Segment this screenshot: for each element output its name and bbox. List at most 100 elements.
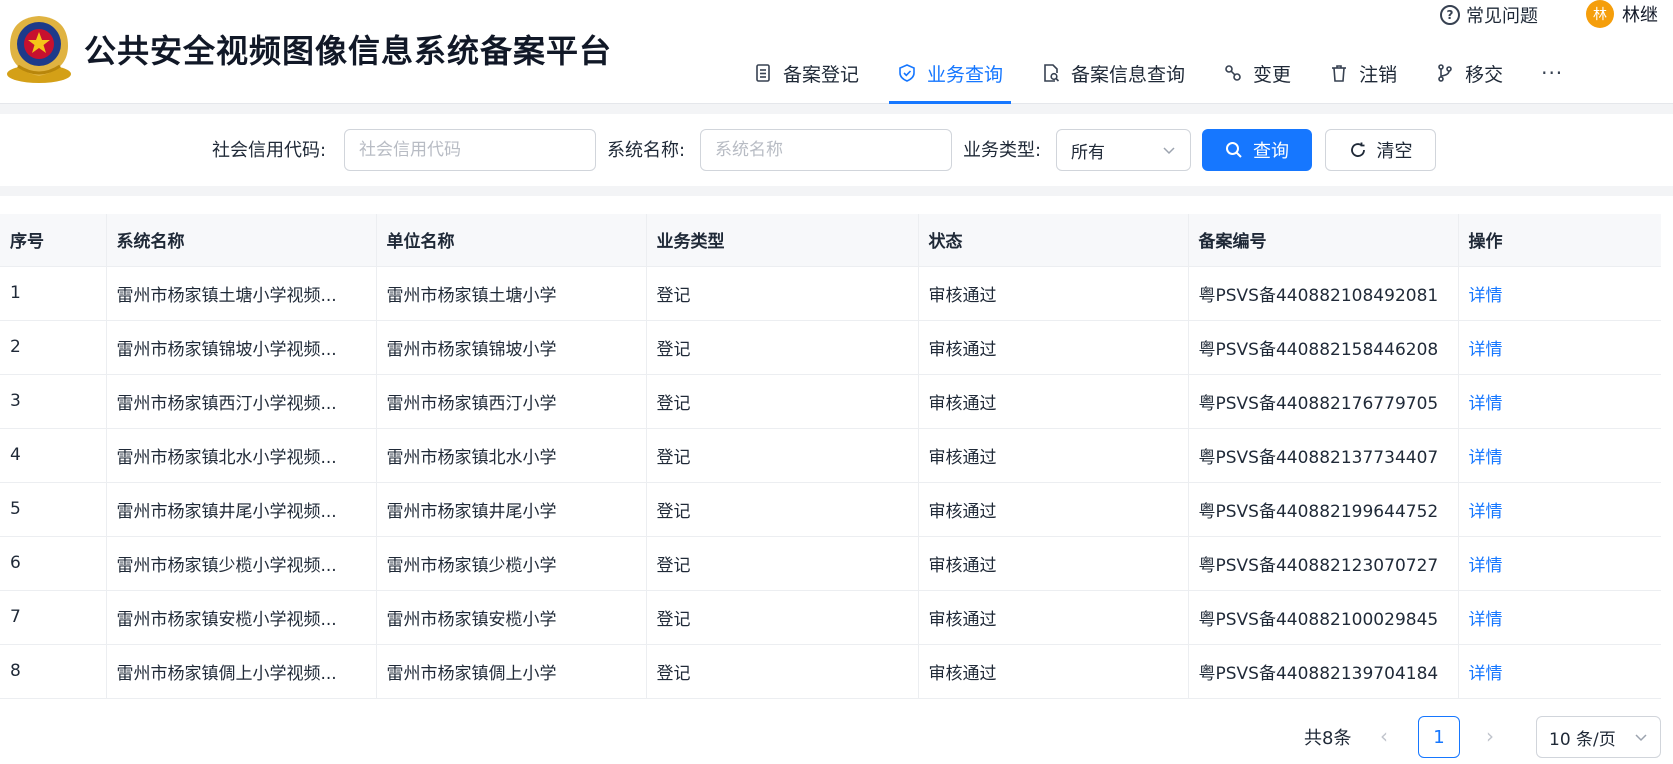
trash-icon xyxy=(1332,65,1347,82)
nav-label: 移交 xyxy=(1465,63,1504,86)
nav-item-change[interactable]: 变更 xyxy=(1215,52,1299,94)
details-link[interactable]: 详情 xyxy=(1469,286,1503,306)
nav-item-record-query[interactable]: 备案信息查询 xyxy=(1033,52,1193,94)
cell-record-number: 粤PSVS备440882199644752 xyxy=(1188,482,1459,537)
refresh-icon xyxy=(1350,142,1365,157)
credit-code-input[interactable] xyxy=(344,129,596,171)
cell-system-name: 雷州市杨家镇锦坡小学视频... xyxy=(106,320,377,375)
cell-record-number: 粤PSVS备440882108492081 xyxy=(1188,266,1459,321)
next-page-icon[interactable]: › xyxy=(1486,724,1494,748)
cell-system-name: 雷州市杨家镇少榄小学视频... xyxy=(106,536,377,591)
details-link[interactable]: 详情 xyxy=(1469,664,1503,684)
cell-system-name: 雷州市杨家镇土塘小学视频... xyxy=(106,266,377,321)
search-button-label: 查询 xyxy=(1253,141,1289,162)
cell-record-number: 粤PSVS备440882176779705 xyxy=(1188,374,1459,429)
nav-label: 业务查询 xyxy=(927,63,1004,86)
column-header: 系统名称 xyxy=(106,214,377,267)
cell-business-type: 登记 xyxy=(646,428,919,483)
cell-business-type: 登记 xyxy=(646,644,919,699)
shield-check-icon xyxy=(899,64,915,82)
cell-index: 8 xyxy=(0,644,107,699)
column-header: 备案编号 xyxy=(1188,214,1459,267)
list-doc-icon xyxy=(756,64,770,82)
cell-status: 审核通过 xyxy=(918,428,1189,483)
nav-label: 注销 xyxy=(1359,63,1398,86)
nav-item-business-query[interactable]: 业务查询 xyxy=(889,52,1012,104)
cell-status: 审核通过 xyxy=(918,266,1189,321)
system-name-label: 系统名称: xyxy=(607,140,686,161)
column-header: 状态 xyxy=(918,214,1189,267)
cell-unit-name: 雷州市杨家镇倜上小学 xyxy=(376,644,647,699)
cell-system-name: 雷州市杨家镇倜上小学视频... xyxy=(106,644,377,699)
details-link[interactable]: 详情 xyxy=(1469,610,1503,630)
cell-status: 审核通过 xyxy=(918,644,1189,699)
table-row: 5 雷州市杨家镇井尾小学视频... 雷州市杨家镇井尾小学 登记 审核通过 粤PS… xyxy=(0,482,1661,537)
top-right-bar: ? 常见问题 林 林继 xyxy=(1430,0,1673,28)
cell-status: 审核通过 xyxy=(918,482,1189,537)
cell-business-type: 登记 xyxy=(646,482,919,537)
faq-link[interactable]: ? 常见问题 xyxy=(1440,2,1538,28)
column-header: 操作 xyxy=(1458,214,1661,267)
column-header: 序号 xyxy=(0,214,107,267)
cell-business-type: 登记 xyxy=(646,374,919,429)
table-row: 7 雷州市杨家镇安榄小学视频... 雷州市杨家镇安榄小学 登记 审核通过 粤PS… xyxy=(0,590,1661,645)
search-filter-bar: 社会信用代码: 系统名称: 业务类型: 所有 查询 清空 xyxy=(0,114,1673,186)
business-type-label: 业务类型: xyxy=(963,140,1042,161)
cell-unit-name: 雷州市杨家镇少榄小学 xyxy=(376,536,647,591)
nav-item-transfer[interactable]: 移交 xyxy=(1427,52,1511,94)
table-row: 2 雷州市杨家镇锦坡小学视频... 雷州市杨家镇锦坡小学 登记 审核通过 粤PS… xyxy=(0,320,1661,375)
business-type-select[interactable]: 所有 xyxy=(1056,129,1191,171)
cell-unit-name: 雷州市杨家镇北水小学 xyxy=(376,428,647,483)
app-header: 公共安全视频图像信息系统备案平台 ? 常见问题 林 林继 备案登记 业务查询 备… xyxy=(0,0,1673,104)
details-link[interactable]: 详情 xyxy=(1469,340,1503,360)
nav-item-cancel[interactable]: 注销 xyxy=(1321,52,1405,94)
column-header: 单位名称 xyxy=(376,214,647,267)
app-title: 公共安全视频图像信息系统备案平台 xyxy=(84,32,613,70)
cell-unit-name: 雷州市杨家镇安榄小学 xyxy=(376,590,647,645)
details-link[interactable]: 详情 xyxy=(1469,502,1503,522)
cell-business-type: 登记 xyxy=(646,536,919,591)
nav-item-register[interactable]: 备案登记 xyxy=(745,52,867,94)
search-icon xyxy=(1226,142,1242,158)
prev-page-icon[interactable]: ‹ xyxy=(1380,724,1388,748)
cell-system-name: 雷州市杨家镇安榄小学视频... xyxy=(106,590,377,645)
cell-index: 6 xyxy=(0,536,107,591)
cell-record-number: 粤PSVS备440882100029845 xyxy=(1188,590,1459,645)
page-number-current[interactable]: 1 xyxy=(1418,716,1460,758)
credit-code-label: 社会信用代码: xyxy=(212,140,327,161)
cell-system-name: 雷州市杨家镇西汀小学视频... xyxy=(106,374,377,429)
business-type-value: 所有 xyxy=(1071,142,1105,163)
system-name-input[interactable] xyxy=(700,129,952,171)
nav-label: 变更 xyxy=(1253,63,1292,86)
cell-record-number: 粤PSVS备440882158446208 xyxy=(1188,320,1459,375)
cell-business-type: 登记 xyxy=(646,266,919,321)
table-row: 8 雷州市杨家镇倜上小学视频... 雷州市杨家镇倜上小学 登记 审核通过 粤PS… xyxy=(0,644,1661,699)
details-link[interactable]: 详情 xyxy=(1469,556,1503,576)
table-row: 6 雷州市杨家镇少榄小学视频... 雷州市杨家镇少榄小学 登记 审核通过 粤PS… xyxy=(0,536,1661,591)
police-emblem-logo xyxy=(4,8,74,84)
cell-status: 审核通过 xyxy=(918,374,1189,429)
details-link[interactable]: 详情 xyxy=(1469,394,1503,414)
avatar: 林 xyxy=(1586,0,1614,28)
nav-more-button[interactable]: ··· xyxy=(1533,52,1571,94)
pagination: 共8条 ‹ 1 › 10 条/页 xyxy=(1300,716,1673,758)
branch-icon xyxy=(1438,64,1452,82)
user-menu[interactable]: 林 林继 xyxy=(1586,0,1658,28)
table-header-row: 序号 系统名称 单位名称 业务类型 状态 备案编号 操作 xyxy=(0,214,1661,267)
cell-status: 审核通过 xyxy=(918,536,1189,591)
faq-label: 常见问题 xyxy=(1466,6,1538,27)
chevron-down-icon xyxy=(1635,734,1647,742)
user-name: 林继 xyxy=(1622,5,1658,26)
link-icon xyxy=(1225,65,1241,81)
table-row: 1 雷州市杨家镇土塘小学视频... 雷州市杨家镇土塘小学 登记 审核通过 粤PS… xyxy=(0,266,1661,321)
clear-button[interactable]: 清空 xyxy=(1325,129,1436,171)
table-row: 3 雷州市杨家镇西汀小学视频... 雷州市杨家镇西汀小学 登记 审核通过 粤PS… xyxy=(0,374,1661,429)
cell-record-number: 粤PSVS备440882137734407 xyxy=(1188,428,1459,483)
search-button[interactable]: 查询 xyxy=(1202,129,1312,171)
cell-status: 审核通过 xyxy=(918,320,1189,375)
page-size-select[interactable]: 10 条/页 xyxy=(1536,716,1661,758)
table-row: 4 雷州市杨家镇北水小学视频... 雷州市杨家镇北水小学 登记 审核通过 粤PS… xyxy=(0,428,1661,483)
question-circle-icon: ? xyxy=(1440,5,1460,25)
nav-label: 备案信息查询 xyxy=(1071,63,1186,86)
details-link[interactable]: 详情 xyxy=(1469,448,1503,468)
